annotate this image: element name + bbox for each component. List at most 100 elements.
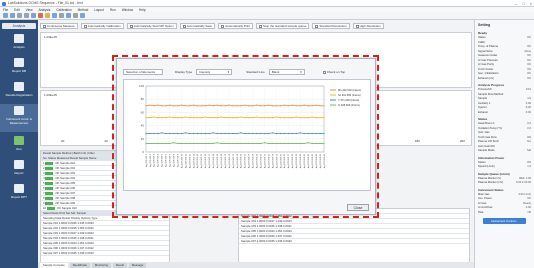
option-label: Stop the standard sample queue xyxy=(263,24,307,28)
result-row[interactable]: Sample 007 1.0000 0.0045 1.046 0.0023 xyxy=(239,239,469,244)
checkbox-icon xyxy=(221,24,225,28)
report-icon xyxy=(14,160,24,169)
option-checkbox[interactable]: Automatically Save xyxy=(179,23,216,29)
stop-icon[interactable] xyxy=(38,13,43,18)
status-value: 1.5 xyxy=(527,165,531,168)
window-title: LabSolutions DCMS Sequence - File_01.lcd… xyxy=(8,1,83,5)
instrument-control-button[interactable]: Instrument Control... xyxy=(483,218,526,224)
option-checkbox[interactable]: Automatically Calibration xyxy=(80,23,124,29)
option-checkbox[interactable]: Standard Resolution xyxy=(312,23,350,29)
option-label: Automatically Print xyxy=(225,24,251,28)
sidebar-item-run[interactable]: Run xyxy=(0,134,38,156)
bottom-tab[interactable]: Sample Compare xyxy=(40,262,68,268)
option-checkbox[interactable]: Stop the standard sample queue xyxy=(256,23,310,29)
row-sample-name: Sample 002 xyxy=(60,166,76,170)
maximize-icon[interactable]: □ xyxy=(522,1,524,6)
status-label: Exhaust (ms) xyxy=(478,76,494,80)
bottom-tab[interactable]: Result xyxy=(112,262,127,268)
status-value: 0.0 xyxy=(527,126,531,130)
status-value: 0.00 xyxy=(525,110,531,114)
option-label: Continuous Measure xyxy=(47,24,75,28)
pause-icon[interactable] xyxy=(45,13,50,18)
row-sample-name: Sample 004 xyxy=(60,176,76,180)
status-value: Off xyxy=(527,210,531,214)
menu-item-help[interactable]: Help xyxy=(139,8,146,12)
status-value: 0.00 1:00:06 xyxy=(516,181,531,184)
row-sample-name: Sample 008 xyxy=(60,196,76,200)
sidebar-item-measurement[interactable]: Instrument Cond. & Measurement xyxy=(0,104,38,132)
panel-section: Ready xyxy=(478,31,488,35)
row-sample-name: Sample 010 xyxy=(61,206,77,210)
report-rpt-icon xyxy=(14,184,24,193)
report-db-icon xyxy=(14,58,24,67)
menu-item-calibration[interactable]: Calibration xyxy=(56,8,71,12)
option-checkbox[interactable]: Automatically Print xyxy=(218,23,254,29)
status-value: Std xyxy=(526,149,531,152)
status-label: Plasma Monitor (mV) xyxy=(478,181,504,184)
minimize-icon[interactable]: – xyxy=(515,1,517,6)
table-row[interactable]: Sample 007 1.0000 0.0045 1.046 0.0023 xyxy=(41,251,169,256)
settings-icon[interactable] xyxy=(73,13,78,18)
bottom-tabs: Sample Compare Recalibrate Monitoring Resul… xyxy=(38,262,474,268)
checkbox-icon xyxy=(182,24,186,28)
open-icon[interactable] xyxy=(10,13,15,18)
menu-item-file[interactable]: File xyxy=(3,8,8,12)
checkbox-icon xyxy=(129,24,133,28)
bottom-tab[interactable]: Monitoring xyxy=(91,262,111,268)
panel-section: Sample Queue (L/min) xyxy=(478,171,510,176)
start-icon[interactable] xyxy=(31,13,36,18)
status-row: Plas. Off xyxy=(475,211,534,216)
sidebar-item-report[interactable]: Report xyxy=(0,158,38,180)
axis-tick-label: 200 xyxy=(459,139,465,143)
status-value: OK xyxy=(527,36,531,39)
menu-item-run[interactable]: Run xyxy=(110,8,116,12)
save-icon[interactable] xyxy=(17,13,22,18)
background-plot-2-ylabel: 1.00E+05 xyxy=(44,93,57,97)
option-checkbox[interactable]: Automatically Start MP Option xyxy=(126,23,177,29)
option-label: Standard Resolution xyxy=(319,24,347,28)
sidebar-item-registration[interactable]: Results Registration xyxy=(0,80,38,102)
menu-item-edit[interactable]: Edit xyxy=(14,8,20,12)
row-sample-name: Sample 007 xyxy=(60,191,76,195)
sidebar-item-report-rpt[interactable]: Report RPT xyxy=(0,182,38,204)
option-checkbox[interactable]: Continuous Measure xyxy=(40,23,78,29)
panel-section: Status xyxy=(478,117,488,121)
sidebar: Analysis Analysis Report DB Results Regi… xyxy=(0,20,38,268)
menu-item-window[interactable]: Window xyxy=(122,8,133,12)
app-icon xyxy=(2,1,6,6)
checkbox-icon xyxy=(43,24,46,28)
close-icon[interactable]: × xyxy=(530,1,532,6)
status-badge xyxy=(45,171,54,175)
application-window: LabSolutions DCMS Sequence - File_01.lcd… xyxy=(0,0,534,268)
status-panel: Setting Ready Status OK Calibr. Temp. of Plas… xyxy=(474,20,534,268)
menu-item-analysis[interactable]: Analysis xyxy=(39,8,51,12)
status-badge xyxy=(46,206,55,210)
row-sample-name: Sample 009 xyxy=(60,201,76,205)
sidebar-item-analysis[interactable]: Analysis xyxy=(0,32,38,54)
status-badge xyxy=(45,181,54,185)
print-icon[interactable] xyxy=(24,13,29,18)
status-value: Yes xyxy=(526,140,531,143)
bottom-tab[interactable]: Message xyxy=(128,262,147,268)
new-icon[interactable] xyxy=(3,13,8,18)
status-label: Plas. xyxy=(478,210,484,214)
axis-tick-label: 40 xyxy=(104,139,108,143)
status-badge xyxy=(45,201,54,205)
option-checkbox[interactable]: High Resolution xyxy=(352,23,384,29)
table-icon[interactable] xyxy=(59,13,64,18)
calibrate-icon[interactable] xyxy=(52,13,57,18)
status-label: Sample Mode xyxy=(478,149,495,152)
status-badge xyxy=(45,191,54,195)
menu-item-layout[interactable]: Layout xyxy=(94,8,104,12)
checkbox-icon xyxy=(355,24,359,28)
sidebar-header[interactable]: Analysis xyxy=(2,23,36,29)
sidebar-item-report-db[interactable]: Report DB xyxy=(0,56,38,78)
menu-item-view[interactable]: View xyxy=(26,8,33,12)
registration-icon xyxy=(14,82,24,91)
help-icon[interactable] xyxy=(80,13,85,18)
bottom-tab[interactable]: Recalibrate xyxy=(69,262,90,268)
chart-icon[interactable] xyxy=(66,13,71,18)
axis-tick-label: 180 xyxy=(414,139,420,143)
menu-item-method[interactable]: Method xyxy=(78,8,89,12)
status-label: Exhaust xyxy=(478,110,488,114)
